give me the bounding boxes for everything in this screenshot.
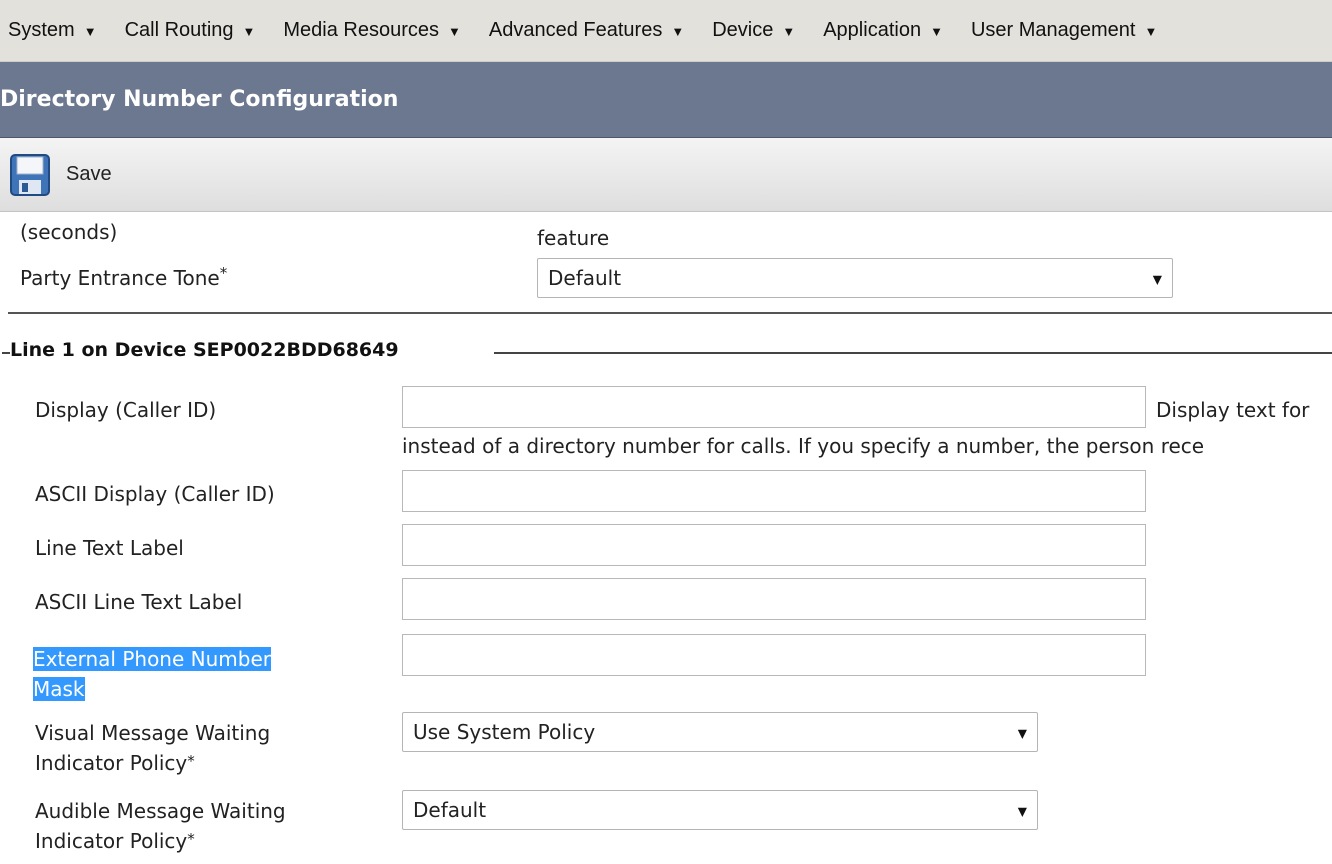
label-line: External Phone Number: [33, 647, 271, 671]
page-title: Directory Number Configuration: [0, 87, 399, 112]
form-content: (seconds) feature Party Entrance Tone* D…: [0, 212, 1332, 864]
audible-mwi-policy-label: Audible Message Waiting Indicator Policy…: [35, 796, 286, 856]
chevron-down-icon: ▼: [1017, 726, 1027, 741]
visual-mwi-policy-select[interactable]: Use System Policy ▼: [402, 712, 1038, 752]
fieldset-border: [2, 352, 10, 354]
party-entrance-tone-select[interactable]: Default ▼: [537, 258, 1173, 298]
label-line: Mask: [33, 677, 85, 701]
menu-label: System: [8, 19, 75, 41]
display-caller-id-input[interactable]: [402, 386, 1146, 428]
select-value: Default: [413, 798, 487, 822]
display-caller-id-label: Display (Caller ID): [35, 398, 217, 422]
menu-label: User Management: [970, 19, 1136, 41]
label-line: Indicator Policy: [35, 751, 188, 775]
seconds-label: (seconds): [20, 220, 118, 244]
menu-call-routing[interactable]: Call Routing ▼: [125, 19, 256, 42]
menu-label: Application: [823, 19, 922, 41]
ascii-display-label: ASCII Display (Caller ID): [35, 482, 275, 506]
label-line: Indicator Policy: [35, 829, 188, 853]
external-phone-number-mask-label: External Phone Number Mask: [33, 644, 271, 704]
display-help-text: Display text for: [1156, 398, 1310, 422]
save-label: Save: [66, 163, 112, 185]
chevron-down-icon: ▼: [671, 24, 685, 39]
display-help-text-continued: instead of a directory number for calls.…: [402, 434, 1205, 458]
save-button[interactable]: Save: [10, 153, 112, 196]
chevron-down-icon: ▼: [930, 24, 943, 39]
menu-application[interactable]: Application ▼: [823, 19, 943, 42]
menu-label: Advanced Features: [488, 19, 663, 41]
chevron-down-icon: ▼: [782, 24, 796, 39]
chevron-down-icon: ▼: [83, 24, 97, 39]
chevron-down-icon: ▼: [448, 24, 461, 39]
menu-system[interactable]: System ▼: [8, 19, 97, 42]
fieldset-border: [494, 352, 1332, 354]
menu-device[interactable]: Device ▼: [712, 19, 795, 42]
label-line: Audible Message Waiting: [35, 799, 286, 823]
select-value: Use System Policy: [413, 720, 596, 744]
chevron-down-icon: ▼: [1017, 804, 1027, 819]
menu-label: Media Resources: [283, 19, 440, 41]
select-value: Default: [548, 266, 622, 290]
section-divider: [8, 312, 1332, 314]
required-marker: *: [187, 830, 195, 848]
chevron-down-icon: ▼: [1152, 272, 1162, 287]
ascii-line-text-label-label: ASCII Line Text Label: [35, 590, 243, 614]
menu-user-management[interactable]: User Management ▼: [971, 19, 1157, 42]
ascii-line-text-label-input[interactable]: [402, 578, 1146, 620]
line-section-legend: Line 1 on Device SEP0022BDD68649: [10, 339, 403, 361]
party-entrance-tone-label: Party Entrance Tone*: [20, 264, 228, 290]
menu-advanced-features[interactable]: Advanced Features ▼: [489, 19, 684, 42]
ascii-display-input[interactable]: [402, 470, 1146, 512]
page-title-bar: Directory Number Configuration: [0, 62, 1332, 138]
audible-mwi-policy-select[interactable]: Default ▼: [402, 790, 1038, 830]
label-line: Visual Message Waiting: [35, 721, 271, 745]
required-marker: *: [219, 264, 228, 282]
label-text: Party Entrance Tone: [20, 266, 220, 290]
menu-label: Device: [712, 19, 774, 41]
menu-label: Call Routing: [124, 19, 234, 41]
line-text-label-label: Line Text Label: [35, 536, 184, 560]
line-text-label-input[interactable]: [402, 524, 1146, 566]
feature-text: feature: [537, 226, 610, 250]
toolbar: Save: [0, 138, 1332, 212]
main-menu-bar: System ▼ Call Routing ▼ Media Resources …: [0, 0, 1332, 62]
required-marker: *: [187, 752, 195, 770]
chevron-down-icon: ▼: [1144, 24, 1158, 39]
floppy-disk-icon: [10, 153, 50, 196]
menu-media-resources[interactable]: Media Resources ▼: [283, 19, 461, 42]
external-phone-number-mask-input[interactable]: [402, 634, 1146, 676]
chevron-down-icon: ▼: [242, 24, 256, 39]
visual-mwi-policy-label: Visual Message Waiting Indicator Policy*: [35, 718, 270, 778]
